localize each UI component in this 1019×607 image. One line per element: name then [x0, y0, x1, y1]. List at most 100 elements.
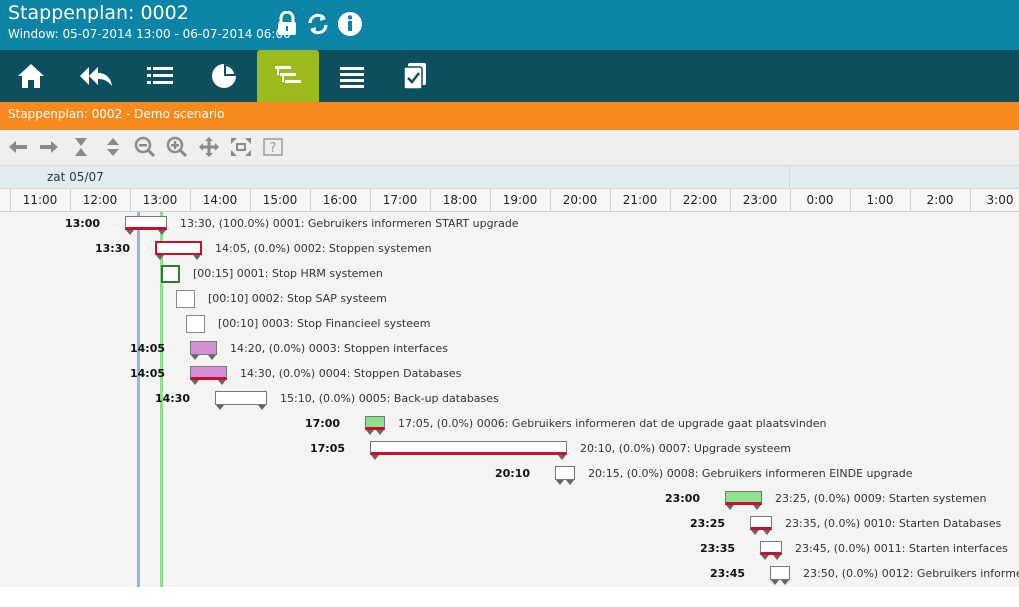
hour-label: 2:00 [926, 193, 954, 207]
task-label: 15:10, (0.0%) 0005: Back-up databases [280, 392, 499, 405]
task-bar[interactable] [125, 216, 167, 230]
task-start-time: 23:25 [689, 517, 725, 530]
home-button[interactable] [0, 50, 62, 102]
task-label: 13:30, (100.0%) 0001: Gebruikers informe… [180, 217, 519, 230]
hierarchy-icon [275, 66, 301, 83]
reply-all-icon [80, 67, 112, 86]
task-start-time: 23:00 [664, 492, 700, 505]
task-start-time: 14:30 [154, 392, 190, 405]
home-icon [18, 64, 44, 88]
hour-label: 18:00 [442, 193, 478, 207]
hour-label: 11:00 [22, 193, 58, 207]
back-button[interactable] [65, 50, 127, 102]
checklist-icon [403, 63, 426, 90]
bar-marker [193, 255, 201, 260]
bar-marker [371, 455, 379, 460]
gantt-footer [0, 587, 1019, 607]
task-label: 14:20, (0.0%) 0003: Stoppen interfaces [230, 342, 448, 355]
hour-label: 19:00 [502, 193, 538, 207]
help-icon[interactable]: ? [261, 135, 285, 159]
subtask-box[interactable] [161, 265, 180, 283]
details-button[interactable] [321, 50, 383, 102]
task-bar[interactable] [155, 241, 202, 255]
bar-marker [753, 505, 761, 510]
hour-label: 12:00 [82, 193, 118, 207]
checklist-button[interactable] [384, 50, 446, 102]
bar-marker [781, 580, 789, 585]
subtask-box[interactable] [176, 290, 195, 308]
task-label: [00:10] 0002: Stop SAP systeem [208, 292, 387, 305]
lines-icon [340, 67, 364, 88]
zoom-in-icon[interactable] [165, 135, 189, 159]
task-bar[interactable] [215, 391, 267, 405]
date-label: zat 05/07 [47, 170, 104, 184]
bar-marker [761, 555, 769, 560]
hour-label: 17:00 [382, 193, 418, 207]
bar-marker [126, 230, 134, 235]
hierarchy-button[interactable] [257, 50, 319, 102]
hour-label: 3:00 [986, 193, 1014, 207]
task-start-time: 17:05 [309, 442, 345, 455]
lock-icon[interactable] [274, 10, 300, 38]
task-label: 17:05, (0.0%) 0006: Gebruikers informere… [398, 417, 827, 430]
hour-label: 13:00 [142, 193, 178, 207]
pie-chart-icon [212, 64, 236, 88]
task-bar[interactable] [190, 341, 217, 355]
bar-marker [751, 530, 759, 535]
task-bar[interactable] [370, 441, 567, 455]
list-button[interactable] [129, 50, 191, 102]
task-bar[interactable] [750, 516, 772, 530]
hour-label: 15:00 [262, 193, 298, 207]
bar-marker [763, 530, 771, 535]
task-bar[interactable] [725, 491, 762, 505]
hour-label: 0:00 [806, 193, 834, 207]
bar-marker [376, 430, 384, 435]
zoom-out-icon[interactable] [133, 135, 157, 159]
chart-button[interactable] [193, 50, 255, 102]
bar-marker [208, 355, 216, 360]
task-label: 23:45, (0.0%) 0011: Starten interfaces [795, 542, 1008, 555]
task-bar[interactable] [190, 366, 227, 380]
date-row [0, 166, 1019, 189]
list-icon [147, 67, 173, 84]
task-label: [00:10] 0003: Stop Financieel systeem [218, 317, 431, 330]
task-label: 20:10, (0.0%) 0007: Upgrade systeem [580, 442, 791, 455]
refresh-icon[interactable] [305, 10, 331, 38]
task-start-time: 13:00 [64, 217, 100, 230]
bar-marker [191, 380, 199, 385]
hour-label: 23:00 [742, 193, 778, 207]
expand-icon[interactable] [101, 135, 125, 159]
arrow-left-icon[interactable] [6, 135, 30, 159]
task-bar[interactable] [760, 541, 782, 555]
task-start-time: 20:10 [494, 467, 530, 480]
bar-marker [216, 405, 224, 410]
task-label: 23:35, (0.0%) 0010: Starten Databases [785, 517, 1002, 530]
task-bar[interactable] [770, 566, 790, 580]
task-label: 20:15, (0.0%) 0008: Gebruikers informere… [588, 467, 913, 480]
bar-marker [366, 430, 374, 435]
hour-label: 1:00 [866, 193, 894, 207]
bar-marker [218, 380, 226, 385]
bar-marker [771, 580, 779, 585]
task-start-time: 14:05 [129, 367, 165, 380]
task-start-time: 13:30 [94, 242, 130, 255]
arrow-right-icon[interactable] [37, 135, 61, 159]
task-label: [00:15] 0001: Stop HRM systemen [193, 267, 383, 280]
collapse-icon[interactable] [69, 135, 93, 159]
info-icon[interactable] [337, 10, 363, 38]
svg-text:?: ? [270, 141, 277, 156]
task-label: 14:30, (0.0%) 0004: Stoppen Databases [240, 367, 462, 380]
hour-label: 21:00 [622, 193, 658, 207]
fit-icon[interactable] [229, 135, 253, 159]
task-bar[interactable] [555, 466, 575, 480]
move-icon[interactable] [197, 135, 221, 159]
hour-label: 20:00 [562, 193, 598, 207]
page-title: Stappenplan: 0002 [8, 2, 189, 24]
bar-marker [773, 555, 781, 560]
task-start-time: 14:05 [129, 342, 165, 355]
day-divider [789, 166, 790, 188]
bar-marker [258, 405, 266, 410]
hour-label: 16:00 [322, 193, 358, 207]
subtask-box[interactable] [186, 315, 205, 333]
task-bar[interactable] [365, 416, 385, 430]
